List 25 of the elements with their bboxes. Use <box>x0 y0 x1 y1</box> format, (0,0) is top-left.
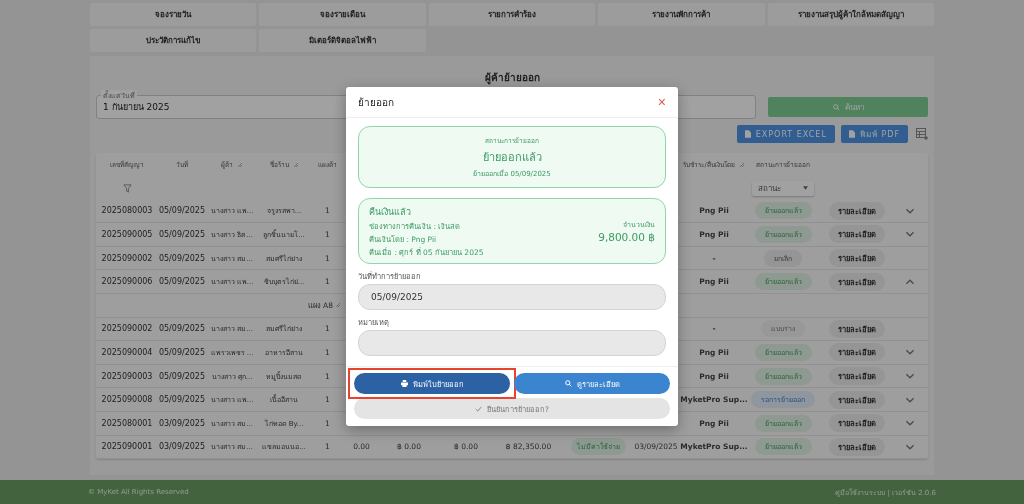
status-text: ย้ายออกแล้ว <box>482 149 542 166</box>
table-cell: 05/09/2025 <box>158 324 206 334</box>
table-cell: 05/09/2025 <box>158 347 206 357</box>
table-cell: 05/09/2025 <box>158 371 206 381</box>
table-cell: 05/09/2025 <box>158 206 206 216</box>
table-cell: 05/09/2025 <box>158 395 206 405</box>
table-cell: 2025080003 <box>101 206 153 216</box>
table-cell: 03/09/2025 <box>158 442 206 452</box>
table-cell: 05/09/2025 <box>158 253 206 263</box>
table-cell: 2025090003 <box>101 371 153 381</box>
table-cell: 03/09/2025 <box>158 418 206 428</box>
table-cell: 2025090001 <box>101 442 153 452</box>
table-cell: 2025090002 <box>101 253 153 263</box>
table-cell: 2025090004 <box>101 347 153 357</box>
refund-title: คืนเงินแล้ว <box>369 205 412 219</box>
table-cell: 2025090006 <box>101 277 153 287</box>
table-cell: 2025080001 <box>101 418 153 428</box>
modal-title: ย้ายออก <box>358 95 394 110</box>
table-cell: 05/09/2025 <box>158 277 206 287</box>
table-cell: 05/09/2025 <box>158 230 206 239</box>
table-cell: 2025090002 <box>101 324 153 334</box>
page-title: ผู้ค้าย้ายออก <box>483 71 541 85</box>
table-cell: 2025090005 <box>101 230 153 239</box>
table-cell: 2025090008 <box>101 395 153 405</box>
amount-value: 9,800.00 ฿ <box>598 231 655 243</box>
